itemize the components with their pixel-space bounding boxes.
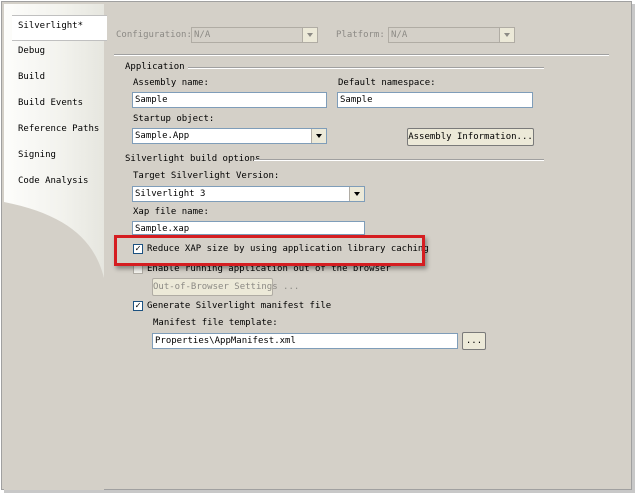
toolbar-divider [114,54,609,56]
manifest-template-input[interactable]: Properties\AppManifest.xml [152,333,458,349]
build-options-group-label: Silverlight build options [125,154,261,164]
out-of-browser-settings-button[interactable]: Out-of-Browser Settings ... [152,278,299,296]
configuration-label: Configuration: [116,30,192,40]
target-version-value: Silverlight 3 [135,189,206,199]
tab-code-analysis[interactable]: Code Analysis [18,176,88,186]
build-options-group-line [254,159,544,161]
xap-file-name-label: Xap file name: [133,207,209,217]
platform-dropdown[interactable]: N/A [388,27,515,43]
highlight-annotation [114,235,425,266]
configuration-dropdown[interactable]: N/A [191,27,318,43]
generate-manifest-checkbox[interactable]: ✓ [133,301,143,311]
xap-file-name-input[interactable]: Sample.xap [132,221,365,235]
tab-signing[interactable]: Signing [18,150,56,160]
tab-debug[interactable]: Debug [18,46,45,56]
startup-object-label: Startup object: [133,114,215,124]
target-version-dropdown[interactable]: Silverlight 3 [132,186,365,202]
default-namespace-input[interactable]: Sample [337,92,533,108]
manifest-template-label: Manifest file template: [153,318,278,328]
generate-manifest-label: Generate Silverlight manifest file [147,301,332,311]
startup-object-dropdown[interactable]: Sample.App [132,128,327,144]
browse-button[interactable]: ... [462,332,486,350]
startup-object-value: Sample.App [135,131,190,141]
tab-build[interactable]: Build [18,72,45,82]
platform-value: N/A [391,30,408,40]
application-group-line [188,67,544,69]
project-properties-window: Silverlight* Debug Build Build Events Re… [1,1,632,490]
tab-reference-paths[interactable]: Reference Paths [18,124,99,134]
tab-silverlight[interactable]: Silverlight* [12,15,107,41]
assembly-name-label: Assembly name: [133,78,209,88]
configuration-value: N/A [194,30,211,40]
assembly-name-input[interactable]: Sample [132,92,327,108]
chevron-down-icon [349,187,364,201]
platform-label: Platform: [336,30,385,40]
assembly-information-button[interactable]: Assembly Information... [407,128,534,146]
tab-build-events[interactable]: Build Events [18,98,83,108]
window-shadow-bottom [4,490,635,493]
window-shadow-right [632,4,635,493]
chevron-down-icon [499,28,514,42]
default-namespace-label: Default namespace: [338,78,436,88]
target-version-label: Target Silverlight Version: [133,171,280,181]
chevron-down-icon [311,129,326,143]
application-group-label: Application [125,62,185,72]
chevron-down-icon [302,28,317,42]
